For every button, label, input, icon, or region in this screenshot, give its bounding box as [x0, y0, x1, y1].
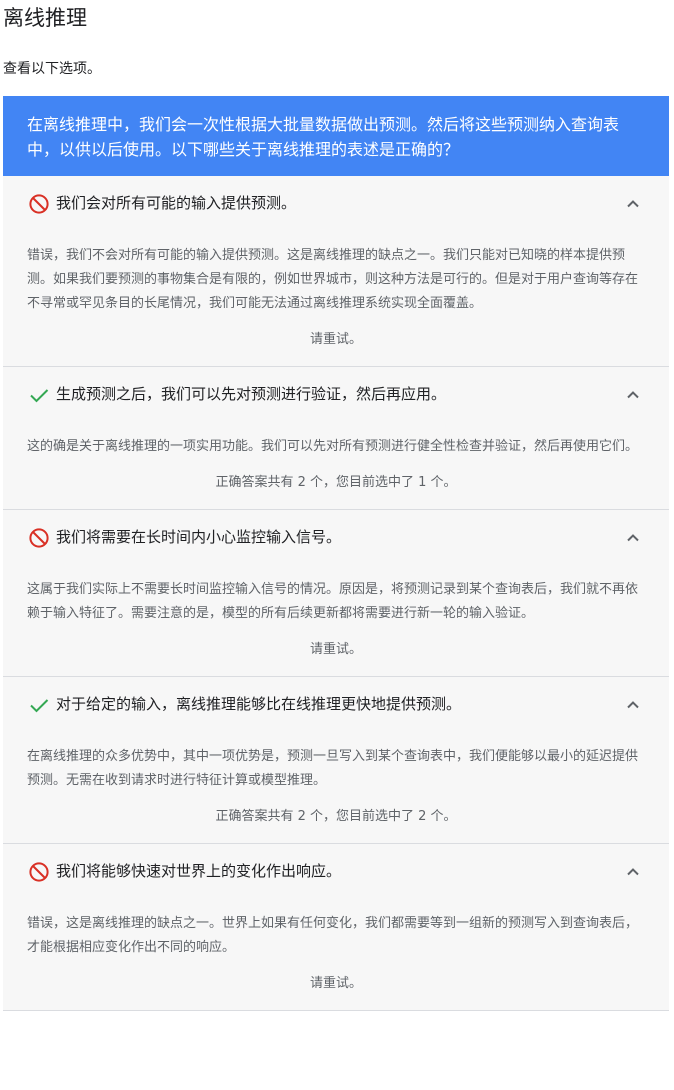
- option-explanation: 在离线推理的众多优势中，其中一项优势是，预测一旦写入到某个查询表中，我们便能够以…: [27, 749, 639, 788]
- prohibited-icon: [28, 861, 50, 883]
- option-text: 我们将需要在长时间内小心监控输入信号。: [56, 528, 342, 546]
- quiz-option[interactable]: 对于给定的输入，离线推理能够比在线推理更快地提供预测。在离线推理的众多优势中，其…: [3, 677, 669, 844]
- checkmark-icon: [28, 694, 50, 716]
- quiz-option[interactable]: 我们将需要在长时间内小心监控输入信号。这属于我们实际上不需要长时间监控输入信号的…: [3, 510, 669, 677]
- option-text: 我们会对所有可能的输入提供预测。: [56, 194, 297, 212]
- chevron-up-icon[interactable]: [625, 530, 641, 546]
- option-header[interactable]: 我们将需要在长时间内小心监控输入信号。: [3, 510, 669, 566]
- option-explanation: 这属于我们实际上不需要长时间监控输入信号的情况。原因是，将预测记录到某个查询表后…: [27, 582, 639, 621]
- prohibited-icon: [28, 527, 50, 549]
- option-text: 我们将能够快速对世界上的变化作出响应。: [56, 862, 342, 880]
- page-title: 离线推理: [3, 6, 87, 30]
- chevron-up-icon[interactable]: [625, 387, 641, 403]
- quiz-option[interactable]: 我们会对所有可能的输入提供预测。错误，我们不会对所有可能的输入提供预测。这是离线…: [3, 176, 669, 367]
- option-verdict: 请重试。: [309, 642, 362, 657]
- option-explanation: 错误，我们不会对所有可能的输入提供预测。这是离线推理的缺点之一。我们只能对已知晓…: [27, 248, 639, 311]
- question-text: 在离线推理中，我们会一次性根据大批量数据做出预测。然后将这些预测纳入查询表中，以…: [3, 96, 669, 176]
- prohibited-icon: [28, 193, 50, 215]
- options-list: 我们会对所有可能的输入提供预测。错误，我们不会对所有可能的输入提供预测。这是离线…: [3, 176, 669, 1011]
- quiz: 在离线推理中，我们会一次性根据大批量数据做出预测。然后将这些预测纳入查询表中，以…: [3, 96, 669, 1011]
- chevron-up-icon[interactable]: [625, 697, 641, 713]
- intro-text: 查看以下选项。: [3, 61, 101, 77]
- option-verdict: 请重试。: [309, 976, 362, 991]
- option-explanation: 这的确是关于离线推理的一项实用功能。我们可以先对所有预测进行健全性检查并验证，然…: [27, 439, 639, 454]
- option-verdict: 正确答案共有 2 个，您目前选中了 1 个。: [215, 475, 457, 490]
- option-header[interactable]: 我们会对所有可能的输入提供预测。: [3, 176, 669, 232]
- option-verdict: 正确答案共有 2 个，您目前选中了 2 个。: [215, 809, 457, 824]
- chevron-up-icon[interactable]: [625, 864, 641, 880]
- option-header[interactable]: 我们将能够快速对世界上的变化作出响应。: [3, 844, 669, 900]
- checkmark-icon: [28, 384, 50, 406]
- chevron-up-icon[interactable]: [625, 196, 641, 212]
- option-verdict: 请重试。: [309, 332, 362, 347]
- option-explanation: 错误，这是离线推理的缺点之一。世界上如果有任何变化，我们都需要等到一组新的预测写…: [27, 916, 639, 955]
- quiz-option[interactable]: 生成预测之后，我们可以先对预测进行验证，然后再应用。这的确是关于离线推理的一项实…: [3, 367, 669, 510]
- option-header[interactable]: 对于给定的输入，离线推理能够比在线推理更快地提供预测。: [3, 677, 669, 733]
- option-text: 生成预测之后，我们可以先对预测进行验证，然后再应用。: [56, 385, 447, 403]
- option-text: 对于给定的输入，离线推理能够比在线推理更快地提供预测。: [56, 695, 462, 713]
- option-header[interactable]: 生成预测之后，我们可以先对预测进行验证，然后再应用。: [3, 367, 669, 423]
- quiz-option[interactable]: 我们将能够快速对世界上的变化作出响应。错误，这是离线推理的缺点之一。世界上如果有…: [3, 844, 669, 1011]
